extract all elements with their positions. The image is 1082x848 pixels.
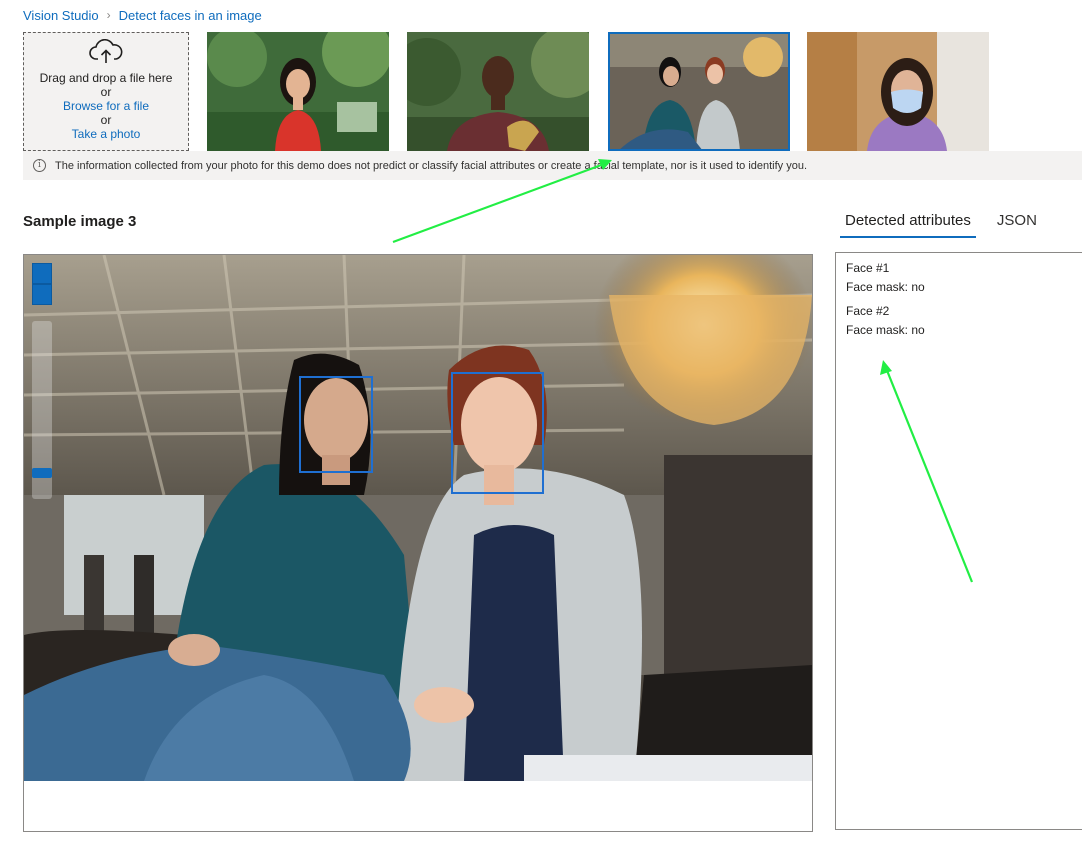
chevron-right-icon: › [106, 8, 111, 22]
info-icon: i [33, 159, 46, 172]
zoom-in-button[interactable] [32, 263, 52, 284]
tab-detected-attributes[interactable]: Detected attributes [840, 212, 976, 238]
zoom-slider-handle[interactable] [32, 468, 52, 478]
detected-attributes-panel: Face #1 Face mask: no Face #2 Face mask:… [835, 252, 1082, 830]
drag-drop-text: Drag and drop a file here [39, 71, 173, 85]
face-mask-value: Face mask: no [846, 323, 925, 337]
sample-image-1-thumbnail[interactable] [207, 32, 389, 151]
sample-image-4-thumbnail[interactable] [807, 32, 989, 151]
sample-image-2-thumbnail[interactable] [407, 32, 589, 151]
breadcrumb: Vision Studio › Detect faces in an image [23, 6, 262, 24]
zoom-slider[interactable] [32, 321, 52, 499]
breadcrumb-vision-studio-link[interactable]: Vision Studio [23, 8, 99, 23]
face-result-item: Face #1 Face mask: no [846, 259, 1077, 297]
tab-json[interactable]: JSON [992, 212, 1042, 238]
image-preview-panel [23, 254, 813, 832]
face-1-bounding-box [299, 376, 373, 473]
face-label: Face #2 [846, 304, 890, 318]
sample-image-title: Sample image 3 [23, 213, 137, 230]
face-mask-value: Face mask: no [846, 280, 925, 294]
file-drop-zone[interactable]: Drag and drop a file here or Browse for … [23, 32, 189, 151]
result-tabs: Detected attributes JSON [840, 212, 1058, 238]
browse-file-link[interactable]: Browse for a file [63, 99, 149, 113]
zoom-out-button[interactable] [32, 284, 52, 305]
take-photo-link[interactable]: Take a photo [72, 127, 141, 141]
sample-image-preview [24, 255, 812, 781]
sample-image-3-thumbnail[interactable] [608, 32, 790, 151]
breadcrumb-current-link[interactable]: Detect faces in an image [119, 8, 262, 23]
cloud-upload-icon [89, 39, 123, 63]
face-2-bounding-box [451, 372, 544, 494]
privacy-info-text: The information collected from your phot… [55, 159, 808, 172]
face-result-item: Face #2 Face mask: no [846, 302, 1077, 340]
or-text-2: or [100, 113, 112, 127]
privacy-info-bar: i The information collected from your ph… [23, 151, 1082, 180]
or-text: or [100, 85, 112, 99]
face-label: Face #1 [846, 261, 890, 275]
